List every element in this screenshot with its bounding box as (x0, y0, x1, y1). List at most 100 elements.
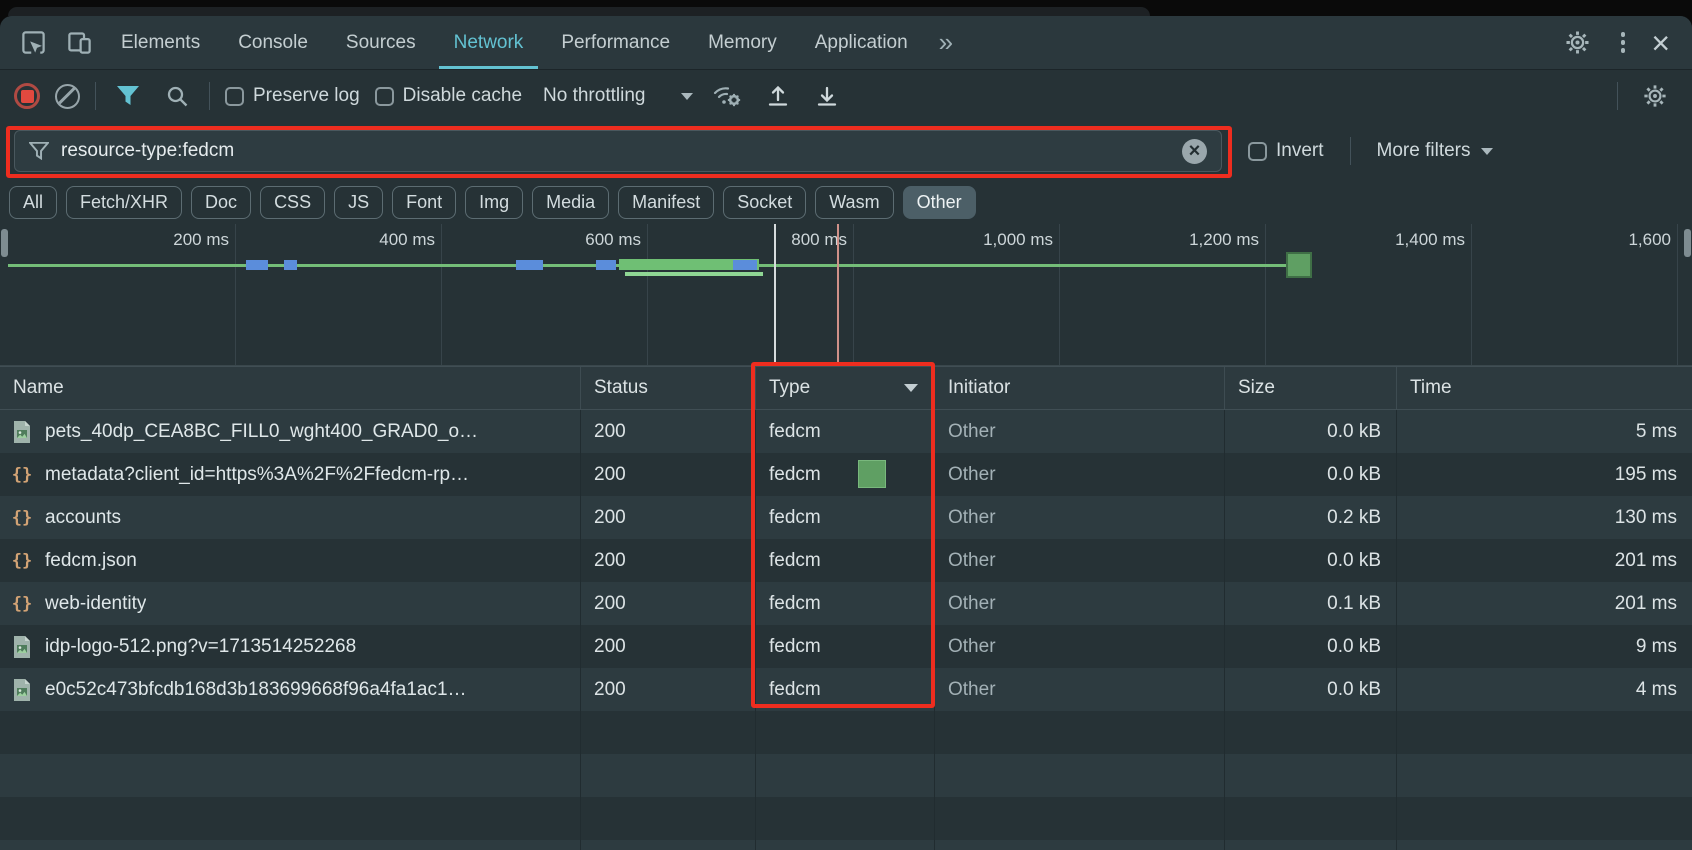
status-cell: 200 (580, 625, 755, 668)
network-overview-timeline[interactable]: 200 ms 400 ms 600 ms 800 ms 1,000 ms 1,2… (0, 224, 1692, 366)
tab-memory[interactable]: Memory (689, 16, 796, 69)
chip-fetch-xhr[interactable]: Fetch/XHR (66, 186, 182, 219)
table-row[interactable]: accounts 200 fedcm Other 0.2 kB 130 ms (0, 496, 1692, 539)
column-header-status[interactable]: Status (580, 367, 755, 409)
empty-table-row (0, 840, 1692, 850)
column-header-name[interactable]: Name (0, 367, 580, 409)
network-toolbar: Preserve log Disable cache No throttling (0, 70, 1692, 122)
type-value: fedcm (769, 464, 821, 486)
image-file-icon (10, 419, 34, 445)
type-cell: fedcm (755, 539, 934, 582)
chevron-down-icon (681, 93, 693, 100)
timeline-request-bar (625, 272, 763, 276)
disable-cache-label: Disable cache (403, 85, 522, 107)
checkbox-icon (225, 87, 244, 106)
record-network-log-button[interactable] (14, 83, 40, 109)
checkbox-icon (1248, 142, 1267, 161)
type-cell: fedcm (755, 496, 934, 539)
initiator-cell: Other (934, 453, 1224, 496)
chip-socket[interactable]: Socket (723, 186, 806, 219)
tab-network[interactable]: Network (435, 16, 543, 69)
time-cell: 4 ms (1396, 668, 1692, 711)
more-options-button[interactable] (1611, 26, 1636, 59)
size-cell: 0.1 kB (1224, 582, 1396, 625)
timeline-right-handle[interactable] (1684, 229, 1691, 257)
column-header-type[interactable]: Type (755, 367, 934, 409)
chip-img[interactable]: Img (465, 186, 523, 219)
filter-input[interactable] (61, 140, 1170, 162)
column-header-size[interactable]: Size (1224, 367, 1396, 409)
table-row[interactable]: e0c52c473bfcdb168d3b183699668f96a4fa1ac1… (0, 668, 1692, 711)
clear-network-log-button[interactable] (55, 84, 80, 109)
size-cell: 0.0 kB (1224, 539, 1396, 582)
column-header-time[interactable]: Time (1396, 367, 1692, 409)
request-name: e0c52c473bfcdb168d3b183699668f96a4fa1ac1… (45, 679, 467, 701)
type-cell: fedcm (755, 582, 934, 625)
disable-cache-checkbox[interactable]: Disable cache (375, 85, 522, 107)
request-name-cell: fedcm.json (0, 539, 580, 582)
chip-doc[interactable]: Doc (191, 186, 251, 219)
timeline-gridline (1265, 224, 1266, 365)
more-filters-dropdown[interactable]: More filters (1377, 140, 1493, 162)
device-toolbar-button[interactable] (56, 16, 102, 69)
timeline-request-bar (596, 260, 616, 270)
more-tabs-button[interactable]: » (927, 16, 965, 69)
device-toolbar-icon (66, 29, 93, 56)
table-row[interactable]: metadata?client_id=https%3A%2F%2Ffedcm-r… (0, 453, 1692, 496)
table-row[interactable]: pets_40dp_CEA8BC_FILL0_wght400_GRAD0_o… … (0, 410, 1692, 453)
request-name: web-identity (45, 593, 146, 615)
funnel-icon (116, 85, 140, 107)
tab-application[interactable]: Application (796, 16, 927, 69)
import-har-button[interactable] (761, 84, 795, 108)
table-row[interactable]: idp-logo-512.png?v=1713514252268 200 fed… (0, 625, 1692, 668)
timeline-gridline (1471, 224, 1472, 365)
network-conditions-button[interactable] (708, 83, 746, 109)
inspect-element-button[interactable] (10, 16, 56, 69)
tab-label: Memory (708, 32, 777, 54)
type-cell: fedcm (755, 453, 934, 496)
upload-icon (766, 84, 790, 108)
chip-js[interactable]: JS (334, 186, 383, 219)
timeline-left-handle[interactable] (1, 229, 8, 257)
table-row[interactable]: fedcm.json 200 fedcm Other 0.0 kB 201 ms (0, 539, 1692, 582)
network-conditions-icon (712, 83, 742, 109)
network-filter-field[interactable]: × (14, 130, 1222, 172)
chip-css[interactable]: CSS (260, 186, 325, 219)
tab-elements[interactable]: Elements (102, 16, 219, 69)
chip-font[interactable]: Font (392, 186, 456, 219)
search-button[interactable] (160, 84, 194, 108)
timeline-tick-label: 200 ms (109, 230, 229, 250)
response-preview-swatch (858, 460, 886, 488)
settings-button[interactable] (1555, 29, 1601, 56)
timeline-gridline (441, 224, 442, 365)
close-devtools-button[interactable]: × (1645, 27, 1676, 59)
chip-media[interactable]: Media (532, 186, 609, 219)
preserve-log-checkbox[interactable]: Preserve log (225, 85, 360, 107)
chip-wasm[interactable]: Wasm (815, 186, 893, 219)
chip-other[interactable]: Other (903, 186, 976, 219)
column-header-initiator[interactable]: Initiator (934, 367, 1224, 409)
checkbox-icon (375, 87, 394, 106)
tab-console[interactable]: Console (219, 16, 327, 69)
table-row[interactable]: web-identity 200 fedcm Other 0.1 kB 201 … (0, 582, 1692, 625)
tab-sources[interactable]: Sources (327, 16, 435, 69)
gear-icon (1564, 29, 1591, 56)
filter-toggle-button[interactable] (111, 85, 145, 107)
devtools-panel: Elements Console Sources Network Perform… (0, 16, 1692, 850)
chip-label: Socket (737, 192, 792, 213)
dom-content-loaded-line (774, 224, 776, 365)
chevrons-right-icon: » (939, 27, 953, 58)
network-settings-button[interactable] (1632, 83, 1678, 109)
chip-manifest[interactable]: Manifest (618, 186, 714, 219)
request-name: fedcm.json (45, 550, 137, 572)
invert-filter-checkbox[interactable]: Invert (1248, 140, 1324, 162)
export-har-button[interactable] (810, 84, 844, 108)
chip-all[interactable]: All (9, 186, 57, 219)
tab-label: Elements (121, 32, 200, 54)
column-label: Time (1410, 377, 1452, 399)
network-toolbar-right (1617, 82, 1678, 110)
clear-filter-icon[interactable]: × (1182, 139, 1207, 164)
throttling-dropdown[interactable]: No throttling (543, 85, 693, 107)
request-name-cell: e0c52c473bfcdb168d3b183699668f96a4fa1ac1… (0, 668, 580, 711)
tab-performance[interactable]: Performance (542, 16, 689, 69)
